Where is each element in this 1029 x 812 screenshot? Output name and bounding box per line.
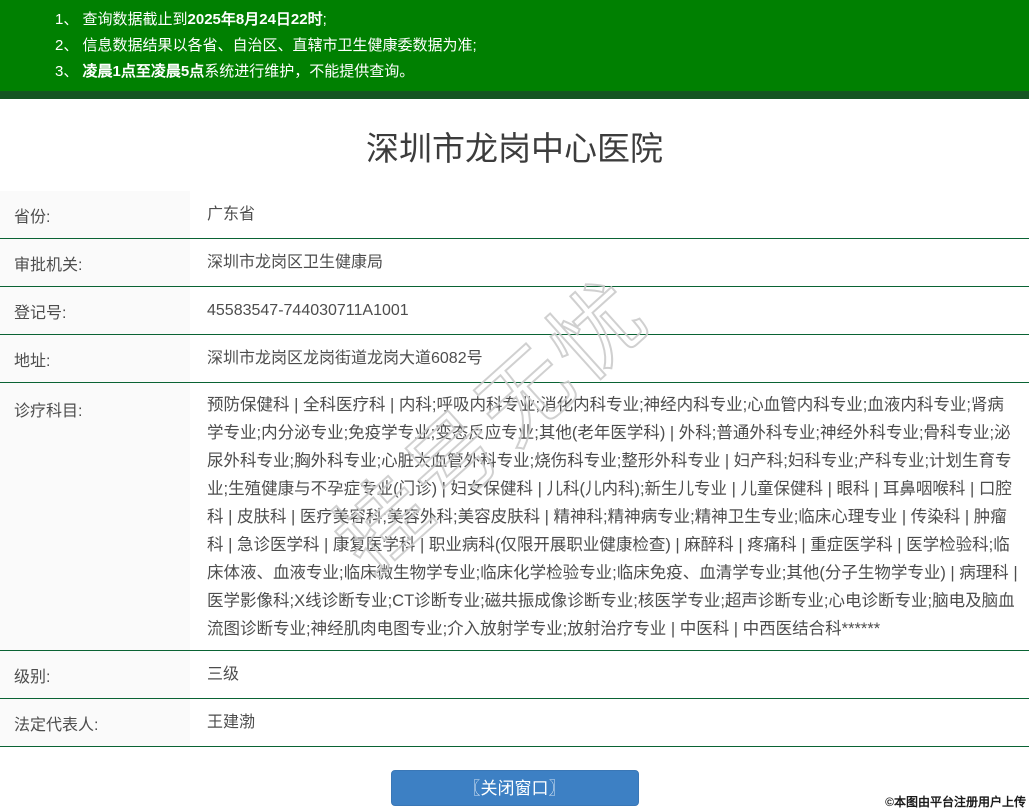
row-label: 诊疗科目:	[0, 383, 190, 650]
row-label: 法定代表人:	[0, 699, 190, 746]
row-label: 审批机关:	[0, 239, 190, 286]
notice-line-1-bold: 2025年8月24日22时	[187, 11, 323, 28]
notice-line-3-suffix: 系统进行维护，不能提供查询。	[204, 63, 415, 80]
notice-line-3-bold: 凌晨1点至凌晨5点	[82, 63, 205, 80]
row-value: 预防保健科 | 全科医疗科 | 内科;呼吸内科专业;消化内科专业;神经内科专业;…	[207, 396, 1018, 638]
image-credit-text: ©本图由平台注册用户上传	[885, 795, 1026, 809]
table-row-legal-representative: 法定代表人: 王建渤	[0, 699, 1029, 747]
row-value: 王建渤	[207, 713, 256, 731]
table-row-approval-authority: 审批机关: 深圳市龙岗区卫生健康局	[0, 239, 1029, 287]
table-row-level: 级别: 三级	[0, 651, 1029, 699]
table-row-registration-number: 登记号: 45583547-744030711A1001	[0, 287, 1029, 335]
notice-banner-bottom-strip	[0, 91, 1029, 99]
notice-line-1-text: 1、 查询数据截止到	[55, 11, 188, 28]
table-row-province: 省份: 广东省	[0, 191, 1029, 239]
hospital-title: 深圳市龙岗中心医院	[366, 130, 663, 167]
row-value: 三级	[207, 665, 240, 683]
close-window-button[interactable]: 〖关闭窗口〗	[390, 770, 639, 806]
row-value: 45583547-744030711A1001	[207, 301, 409, 319]
hospital-info-table: 省份: 广东省 审批机关: 深圳市龙岗区卫生健康局 登记号: 45583547-…	[0, 191, 1029, 761]
notice-line-1: 1、 查询数据截止到2025年8月24日22时;	[55, 7, 1009, 33]
row-value: 深圳市龙岗区卫生健康局	[207, 253, 384, 271]
row-label: 省份:	[0, 191, 190, 238]
table-row-departments: 诊疗科目: 预防保健科 | 全科医疗科 | 内科;呼吸内科专业;消化内科专业;神…	[0, 383, 1029, 651]
notice-line-1-suffix: ;	[322, 11, 327, 28]
row-label: 登记号:	[0, 287, 190, 334]
row-label: 级别:	[0, 651, 190, 698]
table-row-address: 地址: 深圳市龙岗区龙岗街道龙岗大道6082号	[0, 335, 1029, 383]
notice-banner: 1、 查询数据截止到2025年8月24日22时; 2、 信息数据结果以各省、自治…	[0, 0, 1029, 91]
notice-line-2: 2、 信息数据结果以各省、自治区、直辖市卫生健康委数据为准;	[55, 33, 1009, 59]
row-label: 地址:	[0, 335, 190, 382]
row-value: 深圳市龙岗区龙岗街道龙岗大道6082号	[207, 349, 483, 367]
notice-line-3: 3、 凌晨1点至凌晨5点系统进行维护，不能提供查询。	[55, 59, 1009, 85]
row-value: 广东省	[207, 205, 256, 223]
notice-line-2-text: 2、 信息数据结果以各省、自治区、直辖市卫生健康委数据为准;	[55, 37, 477, 54]
footer-bar: 〖关闭窗口〗	[0, 770, 1029, 806]
notice-line-3-text: 3、	[55, 63, 83, 80]
